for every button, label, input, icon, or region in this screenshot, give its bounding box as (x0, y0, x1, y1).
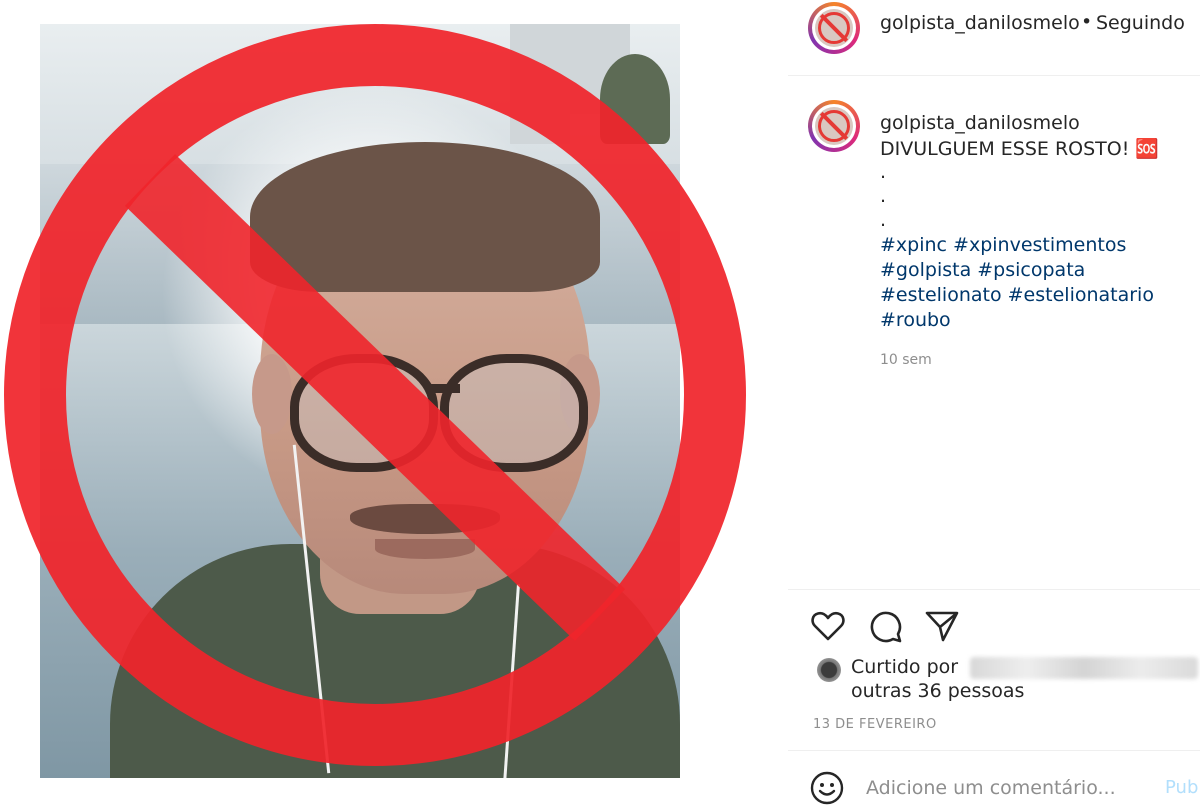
glasses-lens (290, 354, 438, 472)
photo-building (510, 24, 570, 144)
post-media[interactable] (0, 0, 788, 800)
hashtag-link[interactable]: #roubo (880, 309, 951, 331)
hashtag-link[interactable]: #estelionatario (1008, 284, 1154, 306)
photo-mustache (350, 504, 500, 534)
photo-ear (252, 354, 292, 434)
comment-icon[interactable] (867, 608, 903, 644)
photo-palm-tree (600, 54, 670, 144)
caption-dot: . (880, 209, 887, 231)
post-actions: Curtido por outras 36 pessoas 13 DE FEVE… (788, 589, 1200, 750)
caption-dot: . (880, 161, 887, 183)
glasses-bridge (430, 384, 460, 393)
following-button[interactable]: Seguindo (1096, 12, 1185, 34)
caption-section: golpista_danilosmelo DIVULGUEM ESSE ROST… (788, 76, 1200, 588)
photo-hair (250, 142, 600, 292)
header-username[interactable]: golpista_danilosmelo (880, 12, 1080, 34)
publish-button[interactable]: Pub (1165, 777, 1198, 798)
post-date[interactable]: 13 DE FEVEREIRO (813, 717, 937, 732)
heart-icon[interactable] (810, 608, 846, 644)
liked-by-label: Curtido por (851, 656, 959, 678)
redacted-username (970, 657, 1198, 679)
share-icon[interactable] (924, 608, 960, 644)
hashtag-link[interactable]: #golpista (880, 259, 971, 281)
hashtag-link[interactable]: #xpinvestimentos (953, 234, 1126, 256)
photo-mouth (375, 539, 475, 559)
comment-input[interactable] (866, 775, 1136, 801)
hashtag-link[interactable]: #estelionato (880, 284, 1002, 306)
caption-dots: . . . (880, 160, 886, 232)
glasses-lens (440, 354, 588, 472)
post-header: golpista_danilosmelo • Seguindo (788, 0, 1200, 76)
separator-dot: • (1081, 11, 1093, 33)
caption-avatar[interactable] (808, 100, 860, 152)
hashtag-link[interactable]: #xpinc (880, 234, 947, 256)
caption-text: DIVULGUEM ESSE ROSTO! 🆘 (880, 138, 1160, 160)
liked-by-avatar[interactable] (817, 658, 841, 682)
caption-timestamp[interactable]: 10 sem (880, 352, 932, 368)
profile-avatar[interactable] (808, 2, 860, 54)
caption-dot: . (880, 185, 887, 207)
likes-count-link[interactable]: outras 36 pessoas (851, 680, 1024, 702)
hashtag-list: #xpinc #xpinvestimentos #golpista #psico… (880, 233, 1154, 333)
caption-username[interactable]: golpista_danilosmelo (880, 112, 1080, 134)
post-photo (40, 24, 680, 778)
comment-bar: Pub (788, 750, 1200, 805)
hashtag-link[interactable]: #psicopata (977, 259, 1085, 281)
